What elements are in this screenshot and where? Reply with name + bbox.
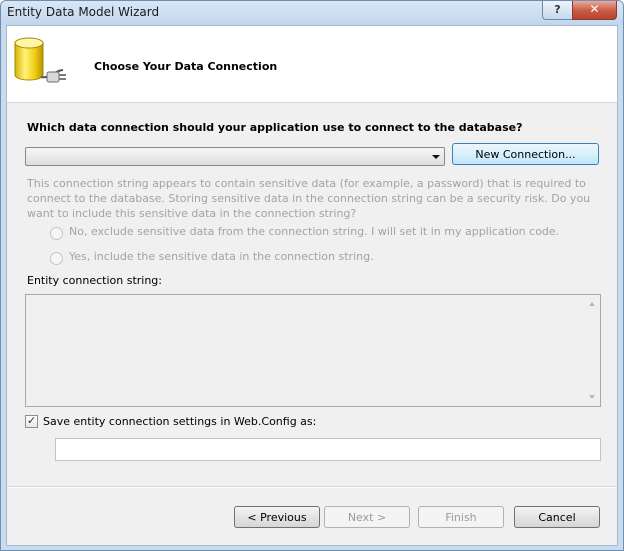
help-button[interactable]: ? — [542, 1, 573, 20]
entity-connection-label: Entity connection string: — [27, 274, 162, 287]
sensitive-data-info: This connection string appears to contai… — [27, 177, 591, 220]
finish-button[interactable]: Finish — [418, 506, 504, 528]
connection-question-label: Which data connection should your applic… — [27, 121, 523, 134]
title-bar[interactable]: Entity Data Model Wizard ? ✕ — [1, 1, 623, 25]
database-connection-icon — [14, 37, 66, 83]
close-button[interactable]: ✕ — [572, 1, 617, 20]
entity-connection-string-field[interactable] — [25, 294, 601, 407]
radio-include-sensitive-label: Yes, include the sensitive data in the c… — [69, 250, 374, 263]
wizard-header: Choose Your Data Connection — [7, 26, 617, 103]
web-config-name-input[interactable] — [55, 438, 601, 461]
page-title: Choose Your Data Connection — [94, 60, 278, 73]
data-connection-dropdown[interactable] — [25, 147, 445, 166]
scroll-up-icon[interactable] — [589, 302, 595, 306]
window-title: Entity Data Model Wizard — [7, 5, 160, 19]
chevron-down-icon — [432, 155, 440, 159]
cancel-button[interactable]: Cancel — [514, 506, 600, 528]
checkmark-icon: ✓ — [27, 414, 37, 427]
new-connection-button[interactable]: New Connection... — [452, 143, 599, 165]
scroll-down-icon[interactable] — [589, 395, 595, 399]
wizard-window: Entity Data Model Wizard ? ✕ Choose Your… — [0, 0, 624, 551]
next-button[interactable]: Next > — [324, 506, 410, 528]
previous-button[interactable]: < Previous — [234, 506, 320, 528]
footer-divider — [7, 486, 617, 488]
radio-exclude-sensitive[interactable] — [50, 227, 63, 240]
wizard-content: Choose Your Data Connection Which data c… — [6, 25, 618, 546]
save-settings-checkbox[interactable]: ✓ — [25, 414, 38, 428]
radio-exclude-sensitive-label: No, exclude sensitive data from the conn… — [69, 225, 560, 238]
radio-include-sensitive[interactable] — [50, 252, 63, 265]
save-settings-label: Save entity connection settings in Web.C… — [43, 415, 317, 428]
